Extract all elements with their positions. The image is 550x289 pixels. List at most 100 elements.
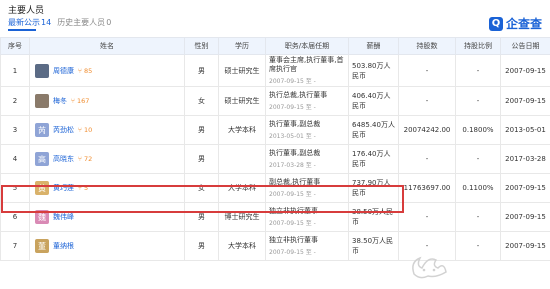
header-education: 学历: [218, 37, 266, 55]
logo-mark-icon: Q: [488, 16, 503, 31]
shares-cell: -: [398, 86, 456, 116]
salary-cell: 406.40万人民币: [348, 86, 399, 116]
watermark-icon: [412, 256, 447, 279]
term-text: 2007-09-15 至 -: [269, 78, 316, 85]
term-text: 2017-03-28 至 -: [269, 162, 316, 169]
ratio-cell: 0.1800%: [455, 115, 501, 145]
table-row: 2 梅冬 ⑂ 167 女硕士研究生 执行总裁,执行董事 2007-09-15 至 - 406…: [0, 86, 550, 116]
table-row: 4 高高晓东 ⑂ 72 男 执行董事,副总裁 2017-03-28 至 - 176.40万人…: [0, 144, 550, 174]
gender-cell: 男: [184, 144, 219, 174]
name-cell: 高高晓东 ⑂ 72: [29, 144, 185, 174]
term-text: 2007-09-15 至 -: [269, 104, 316, 111]
ratio-cell: 0.1100%: [455, 173, 501, 203]
header-position: 职务/本届任期: [265, 37, 349, 55]
education-cell: 大学本科: [218, 231, 266, 261]
gender-cell: 男: [184, 115, 219, 145]
position-text: 独立非执行董事: [269, 236, 318, 244]
ratio-cell: -: [455, 202, 501, 232]
person-name-link[interactable]: 高晓东: [53, 154, 74, 164]
shares-cell: 20074242.00: [398, 115, 456, 145]
avatar: 黄: [35, 181, 49, 195]
gender-cell: 男: [184, 54, 219, 87]
table-row: 7 董董纳根男大学本科 独立非执行董事 2007-09-15 至 -38.50万人民币…: [0, 231, 550, 261]
position-cell: 独立非执行董事 2007-09-15 至 -: [265, 202, 349, 232]
ratio-cell: -: [455, 231, 501, 261]
education-cell: 大学本科: [218, 115, 266, 145]
education-cell: 硕士研究生: [218, 86, 266, 116]
avatar: 董: [35, 239, 49, 253]
shares-cell: 11763697.00: [398, 173, 456, 203]
related-count-badge[interactable]: ⑂ 10: [78, 126, 92, 134]
term-text: 2007-09-15 至 -: [269, 220, 316, 227]
person-name-link[interactable]: 魏伟峰: [53, 212, 74, 222]
term-text: 2007-09-15 至 -: [269, 191, 316, 198]
person-name-link[interactable]: 董纳根: [53, 241, 74, 251]
avatar: 魏: [35, 210, 49, 224]
name-cell: 黄黄巧莲 ⑂ 5: [29, 173, 185, 203]
position-cell: 执行董事,副总裁 2017-03-28 至 -: [265, 144, 349, 174]
date-cell: 2017-03-28: [500, 144, 550, 174]
date-cell: 2007-09-15: [500, 173, 550, 203]
gender-cell: 男: [184, 202, 219, 232]
date-cell: 2007-09-15: [500, 231, 550, 261]
gender-cell: 男: [184, 231, 219, 261]
header-name: 姓名: [29, 37, 185, 55]
shares-cell: -: [398, 202, 456, 232]
table-row: 5 黄黄巧莲 ⑂ 5 女大学本科 副总裁,执行董事 2007-09-15 至 - 737.9…: [0, 173, 550, 203]
salary-cell: 6485.40万人民币: [348, 115, 399, 145]
salary-cell: 38.50万人民币: [348, 231, 399, 261]
gender-cell: 女: [184, 173, 219, 203]
position-cell: 董事会主席,执行董事,首席执行官 2007-09-15 至 -: [265, 54, 349, 87]
header-no: 序号: [0, 37, 30, 55]
related-count-badge[interactable]: ⑂ 167: [71, 97, 89, 105]
avatar: 高: [35, 152, 49, 166]
education-cell: [218, 144, 266, 174]
table-row: 6 魏魏伟峰男博士研究生 独立非执行董事 2007-09-15 至 -38.50万人民…: [0, 202, 550, 232]
row-no: 5: [0, 173, 30, 203]
active-tab-indicator: [8, 29, 36, 31]
name-cell: 芮芮劲松 ⑂ 10: [29, 115, 185, 145]
header-salary: 薪酬: [348, 37, 399, 55]
person-name-link[interactable]: 黄巧莲: [53, 183, 74, 193]
position-cell: 执行董事,副总裁 2013-05-01 至 -: [265, 115, 349, 145]
tab-count: 0: [106, 18, 112, 27]
salary-cell: 503.80万人民币: [348, 54, 399, 87]
shares-cell: -: [398, 54, 456, 87]
tab-count: 14: [41, 18, 52, 27]
section-title: 主要人员: [8, 6, 45, 16]
education-cell: 大学本科: [218, 173, 266, 203]
header-shares: 持股数: [398, 37, 456, 55]
avatar: 芮: [35, 123, 49, 137]
related-count-badge[interactable]: ⑂ 5: [78, 184, 88, 192]
position-text: 执行董事,副总裁: [269, 149, 321, 157]
term-text: 2013-05-01 至 -: [269, 133, 316, 140]
header-ratio: 持股比例: [455, 37, 501, 55]
row-no: 1: [0, 54, 30, 87]
row-no: 7: [0, 231, 30, 261]
person-name-link[interactable]: 芮劲松: [53, 125, 74, 135]
name-cell: 周德康 ⑂ 85: [29, 54, 185, 87]
qichacha-logo: Q 企查查: [488, 15, 542, 32]
header-gender: 性别: [184, 37, 219, 55]
ratio-cell: -: [455, 144, 501, 174]
date-cell: 2007-09-15: [500, 86, 550, 116]
ratio-cell: -: [455, 86, 501, 116]
name-cell: 董董纳根: [29, 231, 185, 261]
related-count-badge[interactable]: ⑂ 85: [78, 67, 92, 75]
salary-cell: 176.40万人民币: [348, 144, 399, 174]
logo-text: 企查查: [505, 17, 542, 31]
position-text: 独立非执行董事: [269, 207, 318, 215]
tab-bar: 最新公示14 历史主要人员0: [8, 17, 111, 29]
person-name-link[interactable]: 周德康: [53, 66, 74, 76]
tab-latest[interactable]: 最新公示14: [8, 17, 51, 29]
person-name-link[interactable]: 梅冬: [53, 96, 67, 106]
gender-cell: 女: [184, 86, 219, 116]
avatar: [35, 94, 49, 108]
term-text: 2007-09-15 至 -: [269, 249, 316, 256]
position-text: 副总裁,执行董事: [269, 178, 321, 186]
tab-history[interactable]: 历史主要人员0: [57, 17, 111, 29]
name-cell: 梅冬 ⑂ 167: [29, 86, 185, 116]
salary-cell: 38.50万人民币: [348, 202, 399, 232]
education-cell: 博士研究生: [218, 202, 266, 232]
related-count-badge[interactable]: ⑂ 72: [78, 155, 92, 163]
